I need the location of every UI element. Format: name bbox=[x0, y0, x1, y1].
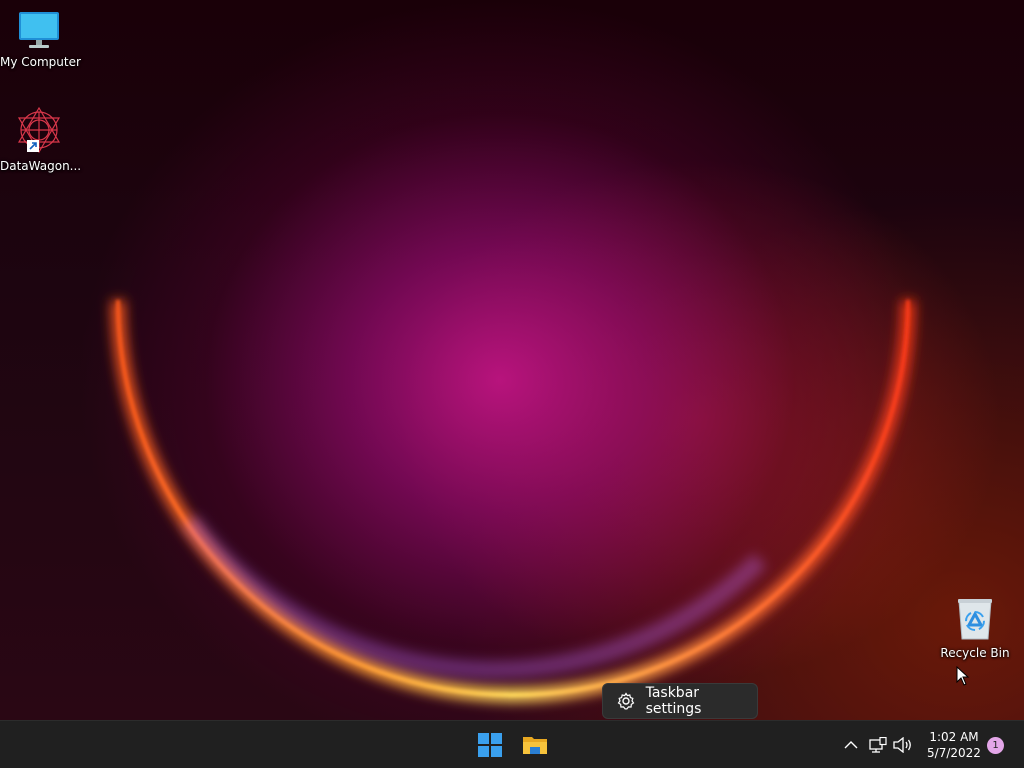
monitor-icon bbox=[19, 12, 59, 48]
clock-date: 5/7/2022 bbox=[927, 746, 981, 760]
desktop-icon-recycle-bin[interactable]: Recycle Bin bbox=[936, 597, 1014, 660]
network-icon bbox=[869, 737, 887, 753]
start-button[interactable] bbox=[472, 727, 508, 763]
folder-icon bbox=[523, 737, 547, 754]
network-button[interactable] bbox=[868, 735, 888, 755]
taskbar: 1:02 AM 5/7/2022 1 bbox=[0, 720, 1024, 768]
volume-button[interactable] bbox=[893, 735, 913, 755]
recycle-bin-icon bbox=[958, 599, 992, 640]
desktop-icon-label: My Computer bbox=[0, 55, 81, 69]
notification-badge[interactable]: 1 bbox=[987, 737, 1004, 754]
clock-time: 1:02 AM bbox=[929, 730, 979, 744]
volume-icon bbox=[893, 737, 911, 753]
chevron-up-icon bbox=[844, 741, 858, 749]
gear-icon bbox=[616, 691, 636, 711]
windows-logo-icon bbox=[478, 733, 502, 757]
clock-button[interactable]: 1:02 AM 5/7/2022 bbox=[922, 729, 986, 761]
desktop-icon-my-computer[interactable]: My Computer bbox=[0, 10, 81, 69]
desktop-wallpaper bbox=[0, 0, 1024, 720]
mouse-cursor-icon bbox=[956, 666, 970, 686]
show-hidden-icons-button[interactable] bbox=[841, 735, 861, 755]
datawagon-app-icon bbox=[17, 106, 61, 154]
taskbar-settings-menu-item[interactable]: Taskbar settings bbox=[602, 683, 758, 719]
desktop-icon-datawagon[interactable]: DataWagon... bbox=[0, 106, 82, 173]
wallpaper-arc bbox=[111, 299, 915, 702]
desktop-icon-label: Recycle Bin bbox=[940, 646, 1010, 660]
file-explorer-button[interactable] bbox=[517, 727, 553, 763]
desktop-icon-label: DataWagon... bbox=[0, 159, 82, 173]
taskbar-settings-label: Taskbar settings bbox=[645, 685, 702, 717]
